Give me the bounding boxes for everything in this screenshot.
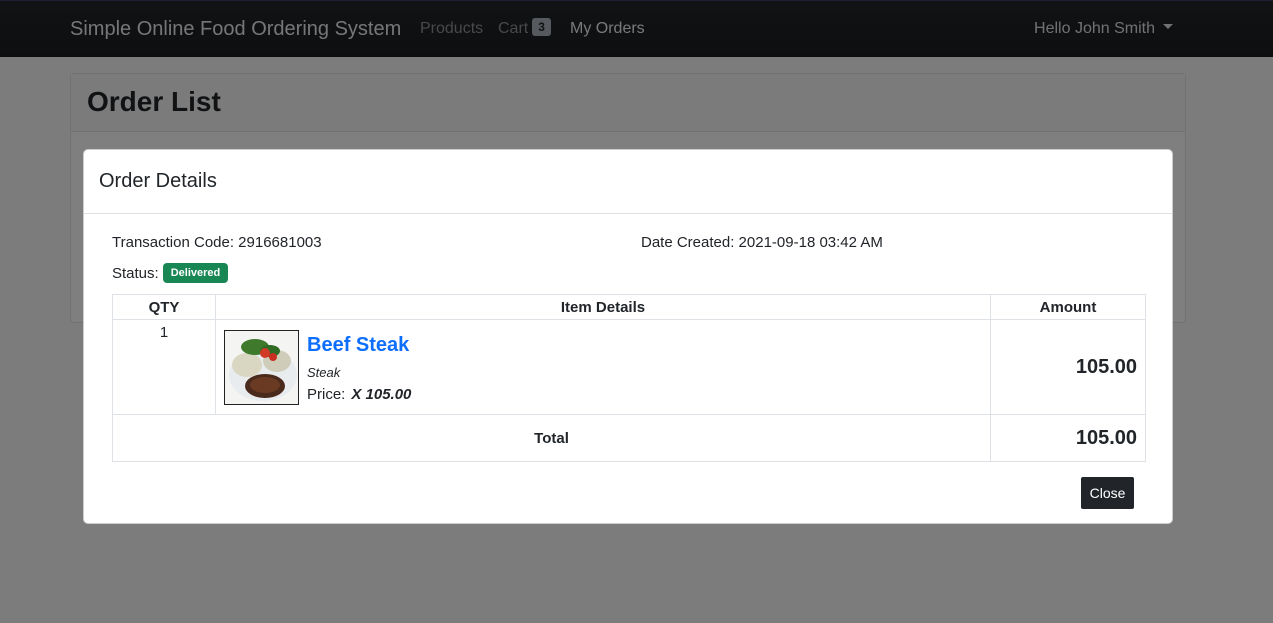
item-category: Steak	[307, 364, 341, 380]
item-price: Price: X 105.00	[307, 386, 411, 403]
date-created: Date Created: 2021-09-18 03:42 AM	[641, 234, 883, 251]
total-label: Total	[112, 414, 991, 462]
total-row: Total 105.00	[112, 414, 1146, 462]
header-qty: QTY	[112, 294, 216, 320]
status-label: Status:	[112, 264, 159, 282]
header-amount: Amount	[990, 294, 1146, 320]
close-button[interactable]: Close	[1081, 477, 1134, 509]
price-label: Price:	[307, 385, 346, 403]
header-item-details: Item Details	[215, 294, 991, 320]
total-amount: 105.00	[990, 414, 1146, 462]
item-details-cell: Beef Steak Steak Price: X 105.00	[215, 319, 991, 415]
status-badge: Delivered	[162, 263, 229, 283]
transaction-code: Transaction Code: 2916681003	[112, 234, 322, 251]
item-name-link[interactable]: Beef Steak	[307, 334, 411, 357]
order-details-modal: Order Details Transaction Code: 29166810…	[83, 149, 1173, 524]
status-row: Status: Delivered	[112, 263, 229, 284]
modal-title: Order Details	[84, 150, 1172, 214]
item-amount: 105.00	[990, 319, 1146, 415]
food-image	[224, 329, 299, 405]
order-items-table: QTY Item Details Amount 1 Beef Steak Ste…	[112, 294, 1146, 462]
price-value: X 105.00	[351, 385, 412, 403]
table-row: 1 Beef Steak Steak Price: X 105.00 105.0…	[112, 319, 1146, 415]
item-qty: 1	[112, 319, 216, 415]
item-text: Beef Steak Steak Price: X 105.00	[307, 330, 411, 403]
